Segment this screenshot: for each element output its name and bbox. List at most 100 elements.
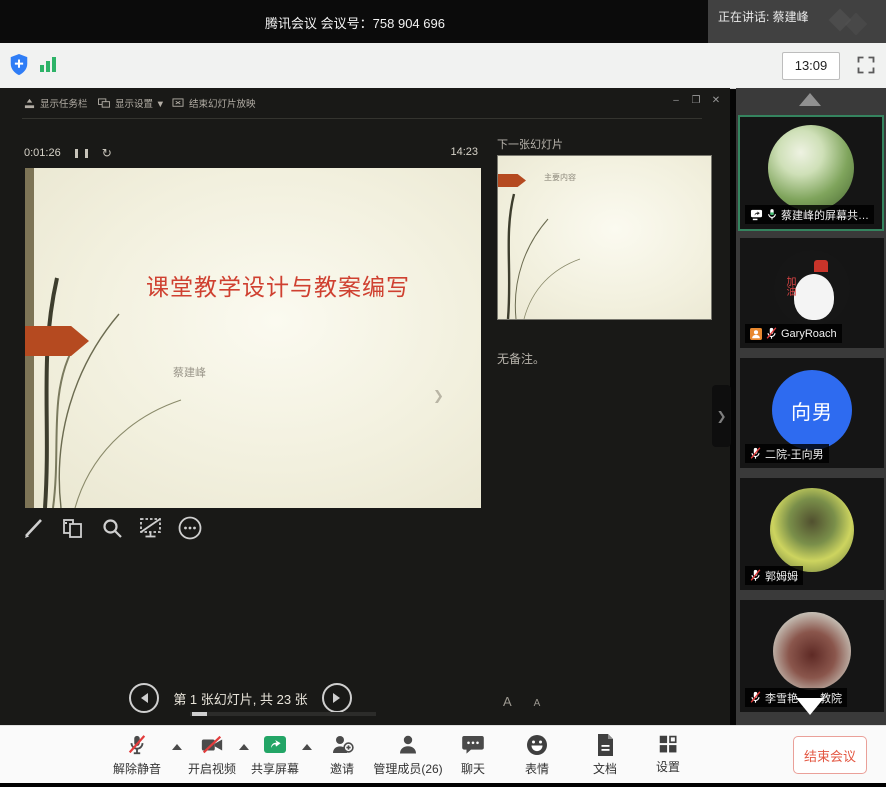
unmute-button[interactable]: 解除静音: [97, 733, 177, 777]
participant-avatar: 加油: [774, 250, 850, 326]
thumbnail-grass-decoration: [500, 189, 590, 319]
active-speaker-banner: 正在讲话: 蔡建峰: [708, 0, 886, 43]
notes-font-controls: A A: [503, 694, 540, 709]
progress-thumb: [192, 712, 207, 716]
members-icon: [396, 733, 420, 757]
settings-label: 设置: [656, 758, 680, 775]
document-icon: [594, 733, 616, 757]
mic-muted-icon: [766, 327, 777, 340]
emoji-label: 表情: [525, 760, 549, 777]
end-meeting-button[interactable]: 结束会议: [793, 736, 867, 774]
meeting-clock: 13:09: [782, 52, 840, 80]
participant-avatar: [770, 488, 854, 572]
mic-muted-icon: [126, 733, 148, 757]
meeting-toolbar: 解除静音 开启视频 共享屏幕 邀请 管理成员(26) 聊天 表情: [0, 725, 886, 784]
divider: [22, 118, 702, 119]
scroll-down-button[interactable]: [796, 698, 824, 715]
see-all-slides-icon[interactable]: [59, 514, 87, 542]
end-slideshow-button[interactable]: 结束幻灯片放映: [172, 96, 256, 110]
more-options-icon[interactable]: [176, 514, 204, 542]
settings-button[interactable]: 设置: [628, 733, 708, 775]
next-arrow-icon: [333, 693, 340, 703]
pause-timer-icon[interactable]: [75, 149, 88, 158]
participant-name: 蔡建峰的屏幕共…: [781, 207, 869, 223]
close-button[interactable]: ✕: [708, 95, 724, 106]
avatar-chicken-shape: [794, 274, 834, 320]
start-video-label: 开启视频: [188, 760, 236, 777]
participant-tile[interactable]: 郭姆姆: [740, 478, 884, 590]
presenter-tools: [20, 514, 204, 542]
display-settings-icon: [98, 98, 110, 109]
taskbar-icon: [24, 98, 35, 109]
participant-label: 蔡建峰的屏幕共…: [745, 205, 874, 224]
show-taskbar-button[interactable]: 显示任务栏: [24, 96, 88, 110]
participant-label: 郭姆姆: [745, 566, 803, 585]
invite-label: 邀请: [330, 760, 354, 777]
pen-tool-icon[interactable]: [20, 514, 48, 542]
participant-tile[interactable]: 向男 二院-王向男: [740, 358, 884, 468]
mic-on-icon: [767, 208, 777, 221]
host-person-icon: [750, 328, 762, 340]
participant-name: GaryRoach: [781, 328, 837, 340]
slideshow-timer: 0:01:26: [24, 147, 61, 159]
slide-title: 课堂教学设计与教案编写: [85, 268, 471, 302]
participant-label: 二院-王向男: [745, 444, 829, 463]
slide-navigation: 第 1 张幻灯片, 共 23 张: [0, 683, 481, 713]
shared-screen-presenter-view: 显示任务栏 显示设置 ▼ 结束幻灯片放映 – ❐ ✕ 0:01:26 ↻ 14:…: [0, 88, 730, 725]
slideshow-timer-row: 0:01:26 ↻: [24, 146, 112, 160]
zoom-slide-icon[interactable]: [98, 514, 126, 542]
next-slide-button[interactable]: [322, 683, 352, 713]
participant-tile[interactable]: 李雪艳——教院: [740, 600, 884, 712]
slide-author: 蔡建峰: [173, 364, 206, 380]
meeting-title: 腾讯会议 会议号：758 904 696: [0, 13, 710, 32]
minimize-button[interactable]: –: [668, 95, 684, 106]
mic-muted-icon: [750, 447, 761, 460]
current-slide[interactable]: 课堂教学设计与教案编写 蔡建峰 ❯: [25, 168, 481, 508]
scroll-up-button[interactable]: [799, 93, 821, 106]
thumbnail-arrow-shape: [498, 174, 526, 187]
presenter-menu-bar: 显示任务栏 显示设置 ▼ 结束幻灯片放映 – ❐ ✕: [0, 88, 730, 118]
slide-grass-decoration: [31, 268, 221, 508]
avatar-caption: 加油: [782, 276, 797, 296]
security-shield-icon[interactable]: [8, 53, 30, 77]
screen-share-icon: [750, 209, 763, 221]
display-settings-button[interactable]: 显示设置 ▼: [98, 96, 165, 110]
next-slide-thumbnail[interactable]: 主要内容: [497, 155, 712, 320]
participant-name: 郭姆姆: [765, 568, 798, 584]
avatar-hat-shape: [814, 260, 828, 272]
presenter-clock: 14:23: [450, 146, 478, 158]
slide-decoration-chevron: ❯: [433, 388, 444, 404]
bottom-edge: [0, 783, 886, 787]
display-settings-label: 显示设置 ▼: [115, 96, 165, 110]
participant-tile[interactable]: 蔡建峰的屏幕共…: [738, 115, 884, 231]
mic-muted-icon: [750, 569, 761, 582]
status-bar: 13:09: [0, 43, 886, 89]
participant-tile[interactable]: 加油 GaryRoach: [740, 238, 884, 348]
show-taskbar-label: 显示任务栏: [40, 96, 88, 110]
previous-slide-button[interactable]: [129, 683, 159, 713]
collapse-sidebar-handle[interactable]: ❯: [712, 385, 731, 447]
participant-avatar: [768, 125, 854, 211]
chat-label: 聊天: [461, 760, 485, 777]
documents-label: 文档: [593, 760, 617, 777]
meeting-window: 腾讯会议 会议号：758 904 696 正在讲话: 蔡建峰 13:09 显示任…: [0, 0, 886, 787]
restore-button[interactable]: ❐: [688, 95, 704, 106]
avatar-initials: 向男: [791, 396, 833, 425]
slide-position-label: 第 1 张幻灯片, 共 23 张: [173, 689, 307, 708]
network-signal-icon[interactable]: [40, 57, 56, 72]
participants-sidebar: 蔡建峰的屏幕共… 加油 GaryRoach 向男 二院-王向男: [736, 88, 886, 725]
participant-name: 二院-王向男: [765, 446, 824, 462]
fullscreen-icon[interactable]: [856, 55, 876, 75]
increase-font-button[interactable]: A: [503, 694, 512, 709]
restart-timer-icon[interactable]: ↻: [102, 146, 112, 160]
black-screen-icon[interactable]: [137, 514, 165, 542]
chat-icon: [461, 733, 485, 757]
speaker-notes: 无备注。: [497, 350, 545, 367]
previous-arrow-icon: [141, 693, 148, 703]
share-screen-icon: [263, 733, 287, 757]
next-slide-title: 主要内容: [544, 172, 576, 183]
mic-muted-icon: [750, 691, 761, 704]
decrease-font-button[interactable]: A: [534, 698, 541, 709]
emoji-icon: [525, 733, 549, 757]
slideshow-progress-bar[interactable]: [190, 712, 376, 716]
